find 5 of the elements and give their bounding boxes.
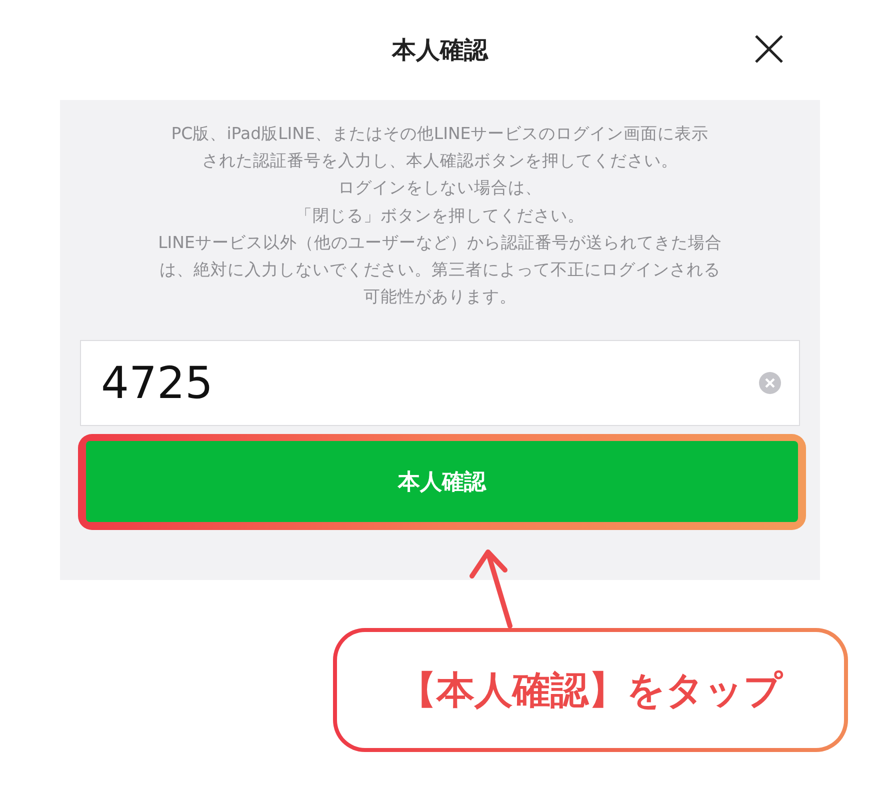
instruction-text: PC版、iPad版LINE、またはその他LINEサービスのログイン画面に表示 された認証番号を入力し、本人確認ボタンを押してください。 ログインをしない場合は、 「閉じる」ボタンを押してください。 LINEサービス以外（他のユーザーなど）から認証番号が送られてきた場合 は、絶対に入力しないでください。第三者によって不正にログインされる 可能性があります。 xyxy=(157,123,723,308)
dialog-title: 本人確認 xyxy=(392,35,488,66)
callout-text: 【本人確認】をタップ xyxy=(398,666,782,714)
close-icon[interactable] xyxy=(754,34,784,64)
code-field[interactable]: 4725 xyxy=(80,340,800,426)
